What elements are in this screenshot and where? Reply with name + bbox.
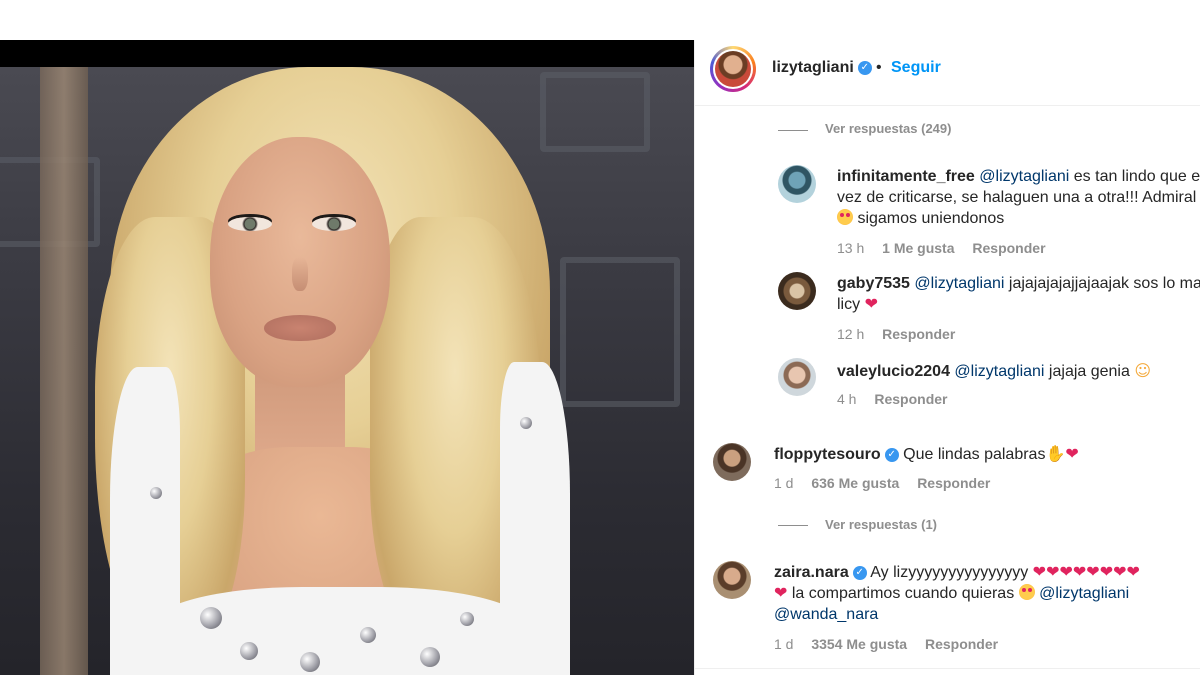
comment-text: floppytesouro ✓ Que lindas palabras✋❤	[774, 443, 1079, 465]
red-heart-emoji: ❤	[1065, 446, 1079, 463]
commenter-avatar[interactable]	[713, 561, 751, 599]
comment-text-line: sigamos uniendonos	[837, 208, 1004, 229]
lips	[264, 315, 336, 341]
red-heart-emoji: ❤	[1072, 564, 1087, 581]
reply-button[interactable]: Responder	[925, 636, 998, 652]
post-image-pane	[0, 40, 694, 675]
heart-eyes-emoji	[1018, 584, 1035, 600]
dress-sequin	[240, 642, 258, 660]
background-equipment-case	[560, 257, 680, 407]
right-eye	[312, 217, 356, 231]
comment-text-line: ❤ la compartimos cuando quieras @lizytag…	[774, 583, 1129, 604]
dress-sequin	[520, 417, 532, 429]
header-separator: •	[876, 59, 882, 76]
red-heart-emoji: ❤	[1099, 564, 1114, 581]
dress-sequin	[150, 487, 162, 499]
comment-likes[interactable]: 636 Me gusta	[811, 475, 899, 491]
dress-bodice	[150, 587, 530, 675]
comment-text-line: vez de criticarse, se halaguen una a otr…	[837, 189, 1197, 206]
comment-body: Ay lizyyyyyyyyyyyyyyy	[870, 564, 1029, 581]
comment-meta: 1 d 3354 Me gusta Responder	[774, 636, 1012, 652]
left-eye	[228, 217, 272, 231]
comment-body: sigamos uniendonos	[853, 210, 1005, 227]
red-heart-emoji: ❤	[1032, 564, 1047, 581]
reply-button[interactable]: Responder	[882, 326, 955, 342]
dress-sequin	[200, 607, 222, 629]
dress-sequin	[360, 627, 376, 643]
comment-meta: 1 d 636 Me gusta Responder	[774, 475, 1004, 491]
nose	[292, 257, 308, 291]
comment-time[interactable]: 1 d	[774, 636, 793, 652]
comment-time[interactable]: 12 h	[837, 326, 864, 342]
background-pillar	[40, 67, 88, 675]
verified-badge-icon: ✓	[852, 565, 867, 580]
replies-divider-line	[778, 525, 808, 526]
post-header: lizytagliani ✓ • Seguir	[695, 40, 1200, 106]
comment-time[interactable]: 13 h	[837, 240, 864, 256]
post-photo[interactable]	[0, 67, 694, 675]
comment-meta: 4 h Responder	[837, 391, 961, 407]
comment-mention[interactable]: @lizytagliani	[914, 275, 1004, 292]
comment-body: es tan lindo que e	[1069, 168, 1200, 185]
dress-sequin	[300, 652, 320, 672]
comment-mention[interactable]: @wanda_nara	[774, 606, 878, 623]
replies-divider-line	[778, 130, 808, 131]
red-heart-emoji: ❤	[1086, 564, 1100, 581]
reply-button[interactable]: Responder	[874, 391, 947, 407]
comment-time[interactable]: 1 d	[774, 475, 793, 491]
red-heart-emoji: ❤	[864, 296, 878, 313]
comment-username[interactable]: valeylucio2204	[837, 363, 950, 380]
comment-text: gaby7535 @lizytagliani jajajajajajjajaaj…	[837, 273, 1200, 294]
verified-badge-icon: ✓	[884, 447, 899, 462]
dress-sequin	[420, 647, 440, 667]
comment-mention[interactable]: @lizytagliani	[979, 168, 1069, 185]
comment-username[interactable]: zaira.nara	[774, 564, 849, 581]
comment-body: Que lindas palabras	[903, 446, 1046, 463]
comment-likes[interactable]: 3354 Me gusta	[811, 636, 907, 652]
comment-text: valeylucio2204 @lizytagliani jajaja geni…	[837, 360, 1151, 382]
author-username-row[interactable]: lizytagliani ✓	[772, 59, 872, 77]
clapping-hands-emoji: ✋	[1045, 444, 1066, 463]
commenter-avatar[interactable]	[778, 165, 816, 203]
reply-button[interactable]: Responder	[972, 240, 1045, 256]
comment-text: zaira.nara ✓ Ay lizyyyyyyyyyyyyyyy ❤❤❤❤❤❤…	[774, 562, 1140, 583]
comment-body: jajaja genia	[1044, 363, 1135, 380]
red-heart-emoji: ❤	[1126, 564, 1140, 581]
comment-text: infinitamente_free @lizytagliani es tan …	[837, 166, 1200, 187]
comment-text-line: licy ❤	[837, 294, 878, 315]
red-heart-emoji: ❤	[1046, 564, 1060, 581]
dress-sequin	[460, 612, 474, 626]
red-heart-emoji: ❤	[1113, 564, 1127, 581]
comment-mention[interactable]: @lizytagliani	[954, 363, 1044, 380]
commenter-avatar[interactable]	[778, 358, 816, 396]
heart-eyes-emoji	[837, 209, 853, 225]
comment-username[interactable]: infinitamente_free	[837, 168, 975, 185]
comment-body: licy	[837, 296, 861, 313]
verified-badge-icon: ✓	[857, 60, 872, 75]
author-avatar[interactable]	[710, 46, 756, 92]
panel-bottom-divider	[695, 668, 1200, 669]
comment-username[interactable]: gaby7535	[837, 275, 910, 292]
view-replies-button[interactable]: Ver respuestas (1)	[825, 517, 937, 532]
comment-meta: 13 h 1 Me gusta Responder	[837, 240, 1060, 256]
comment-mention[interactable]: @lizytagliani	[1039, 585, 1129, 602]
reply-button[interactable]: Responder	[917, 475, 990, 491]
red-heart-emoji: ❤	[774, 585, 788, 602]
view-replies-button[interactable]: Ver respuestas (249)	[825, 121, 951, 136]
background-equipment-case	[540, 72, 650, 152]
author-username[interactable]: lizytagliani	[772, 59, 854, 76]
commenter-avatar[interactable]	[778, 272, 816, 310]
red-heart-emoji: ❤	[1059, 564, 1073, 581]
comment-body: la compartimos cuando quieras	[787, 585, 1019, 602]
comments-panel: lizytagliani ✓ • Seguir Ver respuestas (2…	[694, 40, 1200, 675]
comment-time[interactable]: 4 h	[837, 391, 856, 407]
comment-likes[interactable]: 1 Me gusta	[882, 240, 954, 256]
comment-meta: 12 h Responder	[837, 326, 969, 342]
comment-username[interactable]: floppytesouro	[774, 446, 881, 463]
follow-button[interactable]: Seguir	[891, 59, 941, 77]
comment-body: jajajajajajjajaajak sos lo ma	[1004, 275, 1200, 292]
face-holding-back-tears-emoji: ☺	[1134, 361, 1152, 380]
comment-text-line: @wanda_nara	[774, 604, 878, 625]
commenter-avatar[interactable]	[713, 443, 751, 481]
